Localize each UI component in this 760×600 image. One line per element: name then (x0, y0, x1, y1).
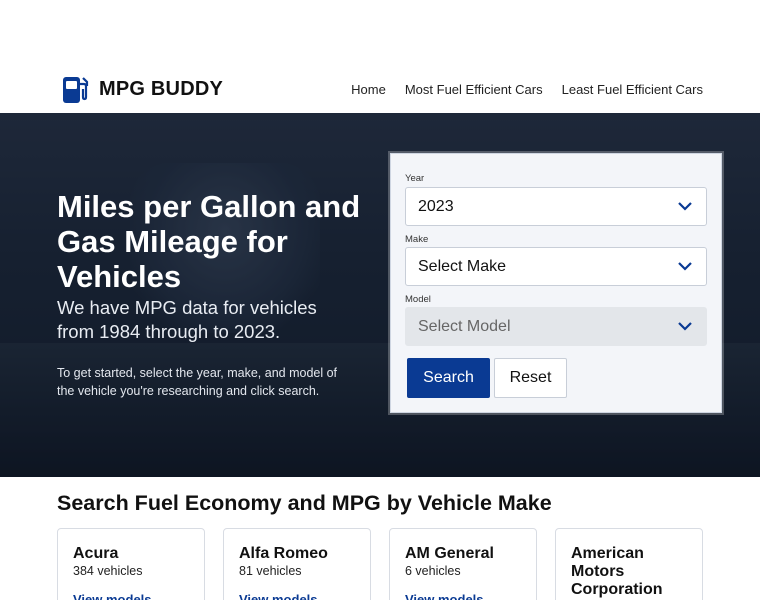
year-label: Year (405, 173, 425, 184)
nav-home[interactable]: Home (351, 82, 386, 97)
chevron-down-icon (678, 202, 692, 211)
model-label: Model (405, 294, 431, 305)
vehicle-search-form: Year 2023 Make Select Make Model Select … (390, 153, 722, 413)
make-card[interactable]: AM General 6 vehicles View models (389, 528, 537, 600)
make-vehicle-count: 384 vehicles (73, 564, 143, 578)
view-models-link[interactable]: View models (405, 592, 484, 600)
year-select[interactable]: 2023 (405, 187, 707, 226)
make-vehicle-count: 81 vehicles (239, 564, 302, 578)
make-name: American Motors Corporation (571, 545, 663, 598)
make-name: Acura (73, 545, 119, 562)
makes-section-title: Search Fuel Economy and MPG by Vehicle M… (57, 491, 552, 515)
year-select-value: 2023 (418, 197, 454, 215)
model-select[interactable]: Select Model (405, 307, 707, 346)
make-select[interactable]: Select Make (405, 247, 707, 286)
hero-subtitle: We have MPG data for vehicles from 1984 … (57, 297, 317, 342)
make-label: Make (405, 234, 429, 245)
nav-least-efficient[interactable]: Least Fuel Efficient Cars (562, 82, 703, 97)
hero-title: Miles per Gallon and Gas Mileage for Veh… (57, 189, 361, 294)
view-models-link[interactable]: View models (73, 592, 152, 600)
site-header: MPG BUDDY Home Most Fuel Efficient Cars … (0, 0, 760, 113)
chevron-down-icon (678, 262, 692, 271)
make-card[interactable]: American Motors Corporation (555, 528, 703, 600)
nav-most-efficient[interactable]: Most Fuel Efficient Cars (405, 82, 543, 97)
fuel-pump-icon (63, 77, 89, 103)
view-models-link[interactable]: View models (239, 592, 318, 600)
site-logo[interactable]: MPG BUDDY (62, 75, 223, 104)
main-nav: Home Most Fuel Efficient Cars Least Fuel… (351, 82, 703, 97)
model-select-value: Select Model (418, 317, 511, 335)
make-card[interactable]: Acura 384 vehicles View models (57, 528, 205, 600)
make-select-value: Select Make (418, 257, 507, 275)
search-button[interactable]: Search (407, 358, 490, 398)
hero-hint: To get started, select the year, make, a… (57, 366, 338, 398)
logo-text: MPG BUDDY (99, 78, 224, 100)
make-vehicle-count: 6 vehicles (405, 564, 461, 578)
chevron-down-icon (678, 322, 692, 331)
make-name: Alfa Romeo (239, 545, 328, 562)
make-name: AM General (405, 545, 494, 562)
make-card[interactable]: Alfa Romeo 81 vehicles View models (223, 528, 371, 600)
reset-button[interactable]: Reset (494, 358, 567, 398)
